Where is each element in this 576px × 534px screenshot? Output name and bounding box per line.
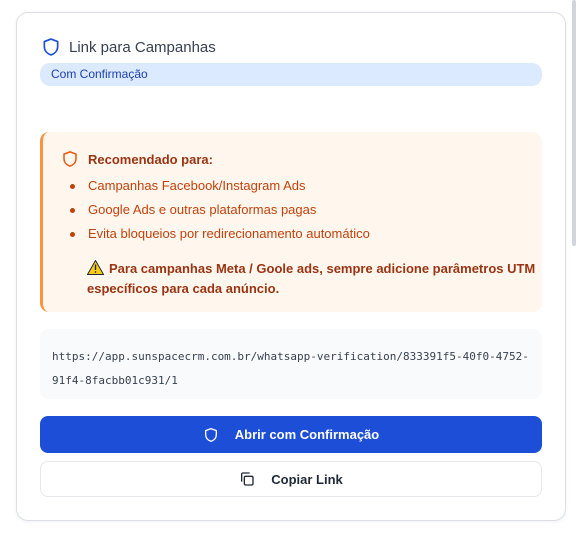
confirmation-badge: Com Confirmação [40, 63, 542, 86]
recommendation-list: Campanhas Facebook/Instagram Ads Google … [70, 178, 370, 250]
card-title: Link para Campanhas [69, 38, 216, 56]
copy-button-label: Copiar Link [271, 471, 343, 487]
card-header: Link para Campanhas [41, 37, 216, 57]
recommendation-alert: Recomendado para: Campanhas Facebook/Ins… [40, 132, 542, 312]
campaign-link-card: Link para Campanhas Com Confirmação Reco… [16, 12, 566, 521]
list-item: Google Ads e outras plataformas pagas [70, 202, 370, 226]
list-item: Campanhas Facebook/Instagram Ads [70, 178, 370, 202]
shield-icon [61, 150, 79, 168]
shield-icon [41, 37, 61, 57]
copy-link-button[interactable]: Copiar Link [40, 461, 542, 497]
open-with-confirmation-button[interactable]: Abrir com Confirmação [40, 416, 542, 453]
utm-note: Para campanhas Meta / Goole ads, sempre … [86, 259, 537, 299]
alert-title: Recomendado para: [88, 151, 213, 167]
campaign-url: https://app.sunspacecrm.com.br/whatsapp-… [40, 329, 542, 399]
scrollbar[interactable] [572, 0, 576, 246]
shield-icon [203, 427, 219, 443]
warning-icon [86, 259, 105, 275]
open-button-label: Abrir com Confirmação [234, 427, 380, 442]
list-item: Evita bloqueios por redirecionamento aut… [70, 226, 370, 250]
copy-icon [239, 471, 255, 487]
utm-note-text: Para campanhas Meta / Goole ads, sempre … [87, 261, 536, 296]
alert-header: Recomendado para: [61, 150, 213, 168]
